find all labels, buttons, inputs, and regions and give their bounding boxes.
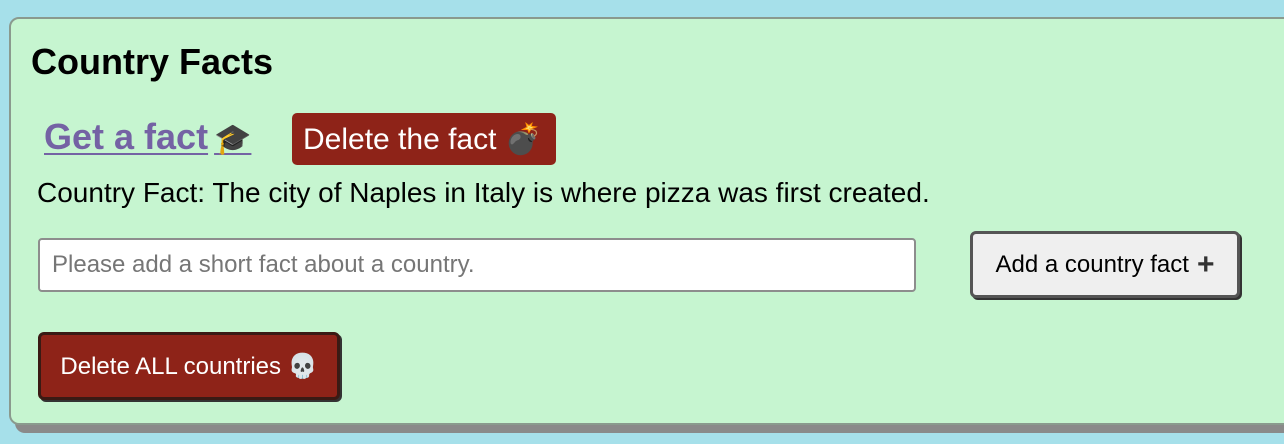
country-facts-panel: Country Facts Get a fact 🎓 Delete the fac… xyxy=(9,17,1284,425)
get-fact-link[interactable]: Get a fact 🎓 xyxy=(44,116,251,158)
add-country-fact-button[interactable]: Add a country fact + xyxy=(970,231,1240,298)
bomb-icon: 💣 xyxy=(504,122,543,156)
add-country-fact-label: Add a country fact xyxy=(995,250,1189,278)
delete-fact-label: Delete the fact xyxy=(303,122,497,156)
country-fact-text: Country Fact: The city of Naples in Ital… xyxy=(37,177,930,208)
delete-fact-button[interactable]: Delete the fact 💣 xyxy=(292,113,557,165)
page-title: Country Facts xyxy=(31,41,274,82)
delete-all-label: Delete ALL countries xyxy=(60,352,282,380)
skull-icon: 💀 xyxy=(287,352,318,380)
plus-icon: + xyxy=(1196,247,1215,281)
fact-input[interactable] xyxy=(38,238,916,292)
graduation-cap-icon: 🎓 xyxy=(214,123,252,156)
get-fact-label: Get a fact xyxy=(44,116,209,157)
delete-all-countries-button[interactable]: Delete ALL countries 💀 xyxy=(38,332,340,400)
